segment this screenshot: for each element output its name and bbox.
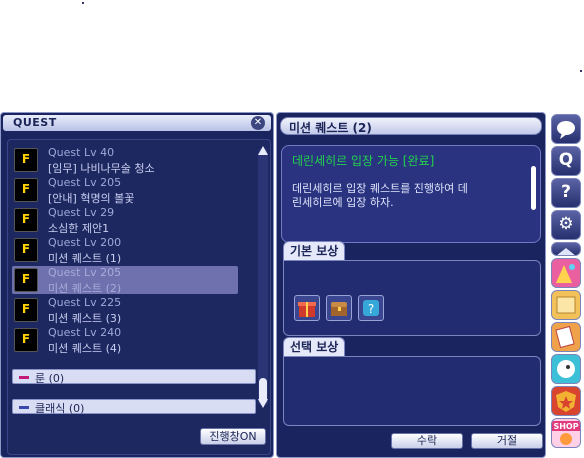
scroll-down-arrow-icon[interactable] [258, 398, 268, 408]
quest-list-item[interactable]: F Quest Lv 205 [안내] 혁명의 볼꽃 [12, 176, 238, 205]
scroll-icon[interactable] [551, 290, 581, 320]
quest-name: 미션 퀘스트 (1) [48, 252, 122, 265]
collapse-dash-icon [19, 406, 29, 409]
category-rune[interactable]: 룬 (0) [12, 369, 256, 385]
quest-icon: F [14, 178, 38, 202]
quest-level: Quest Lv 29 [48, 206, 115, 219]
scrollbar-track[interactable] [258, 148, 268, 406]
game-screen: QUEST ✕ F Quest Lv 40 [임무] 나비나무술 청소 F Qu… [0, 0, 584, 458]
shop-icon[interactable]: SHOP [551, 418, 581, 448]
settings-icon[interactable]: ⚙ [551, 210, 581, 240]
quest-icon: F [14, 328, 38, 352]
search-icon[interactable]: Q [551, 146, 581, 176]
quest-list-item[interactable]: F Quest Lv 200 미션 퀘스트 (1) [12, 236, 238, 265]
quest-icon: F [14, 298, 38, 322]
select-reward-box [283, 356, 541, 426]
quest-list-item[interactable]: F Quest Lv 240 미션 퀘스트 (4) [12, 326, 238, 355]
category-label: 클래식 (0) [35, 402, 85, 415]
quest-name: 소심한 제안1 [48, 222, 110, 235]
collapse-dash-icon [19, 376, 29, 379]
quest-description-box: 데린세히르 입장 가능 [완료] 데린세히르 입장 퀘스트를 진행하여 데 린세… [281, 145, 541, 243]
side-toolbar: Q ? ⚙ SHOP [548, 112, 584, 458]
quest-level: Quest Lv 40 [48, 146, 115, 159]
quest-objective: 데린세히르 입장 가능 [완료] [292, 154, 435, 168]
quest-detail-window: 미션 퀘스트 (2) 데린세히르 입장 가능 [완료] 데린세히르 입장 퀘스트… [276, 112, 546, 458]
quest-name: 미션 퀘스트 (2) [48, 282, 122, 295]
quest-list-item[interactable]: F Quest Lv 225 미션 퀘스트 (3) [12, 296, 238, 325]
quest-name: [임무] 나비나무술 청소 [48, 162, 155, 175]
quest-titlebar[interactable]: QUEST ✕ [3, 115, 271, 131]
quest-window-title: QUEST [13, 116, 57, 129]
shield-star-icon[interactable] [551, 386, 581, 416]
scroll-up-arrow-icon[interactable] [258, 146, 268, 156]
card-icon[interactable] [551, 322, 581, 352]
quest-icon: F [14, 148, 38, 172]
category-label: 룬 (0) [35, 372, 65, 385]
quest-level: Quest Lv 225 [48, 296, 122, 309]
close-button[interactable]: ✕ [251, 116, 265, 130]
bird-icon[interactable] [551, 354, 581, 384]
svg-text:SHOP: SHOP [553, 422, 578, 431]
basic-reward-box: ? [283, 260, 541, 336]
quest-name: 미션 퀘스트 (4) [48, 342, 122, 355]
background-dot [580, 70, 582, 72]
accept-button[interactable]: 수락 [391, 433, 463, 449]
treasure-chest-icon[interactable] [326, 295, 352, 321]
basic-reward-label: 기본 보상 [283, 241, 346, 261]
quest-list: F Quest Lv 40 [임무] 나비나무술 청소 F Quest Lv 2… [7, 139, 271, 455]
quest-window: QUEST ✕ F Quest Lv 40 [임무] 나비나무술 청소 F Qu… [0, 112, 274, 458]
quest-level: Quest Lv 205 [48, 266, 122, 279]
background-dot [82, 2, 84, 4]
party-icon[interactable] [551, 258, 581, 288]
quest-icon: F [14, 238, 38, 262]
detail-titlebar: 미션 퀘스트 (2) [280, 117, 542, 135]
category-classic[interactable]: 클래식 (0) [12, 399, 256, 415]
svg-text:?: ? [368, 302, 374, 316]
quest-list-item[interactable]: F Quest Lv 29 소심한 제안1 [12, 206, 238, 235]
quest-level: Quest Lv 205 [48, 176, 122, 189]
quest-level: Quest Lv 240 [48, 326, 122, 339]
description-scrollbar[interactable] [531, 166, 536, 210]
select-reward-label: 선택 보상 [283, 337, 346, 357]
quest-icon: F [14, 208, 38, 232]
quest-level: Quest Lv 200 [48, 236, 122, 249]
help-icon[interactable]: ? [551, 178, 581, 208]
detail-title: 미션 퀘스트 (2) [289, 121, 372, 135]
mystery-box-icon[interactable]: ? [358, 295, 384, 321]
progress-window-button[interactable]: 진행창ON [200, 428, 266, 445]
quest-list-item[interactable]: F Quest Lv 40 [임무] 나비나무술 청소 [12, 146, 238, 175]
decline-button[interactable]: 거절 [471, 433, 543, 449]
chat-bubble-icon[interactable] [551, 114, 581, 144]
quest-name: [안내] 혁명의 볼꽃 [48, 192, 135, 205]
collapse-icon[interactable] [551, 242, 581, 256]
quest-list-item-selected[interactable]: F Quest Lv 205 미션 퀘스트 (2) [12, 266, 238, 295]
gift-box-icon[interactable] [294, 295, 320, 321]
close-icon: ✕ [253, 117, 263, 128]
quest-description-line: 린세히르에 입장 하자. [292, 196, 394, 209]
quest-icon: F [14, 268, 38, 292]
quest-name: 미션 퀘스트 (3) [48, 312, 122, 325]
